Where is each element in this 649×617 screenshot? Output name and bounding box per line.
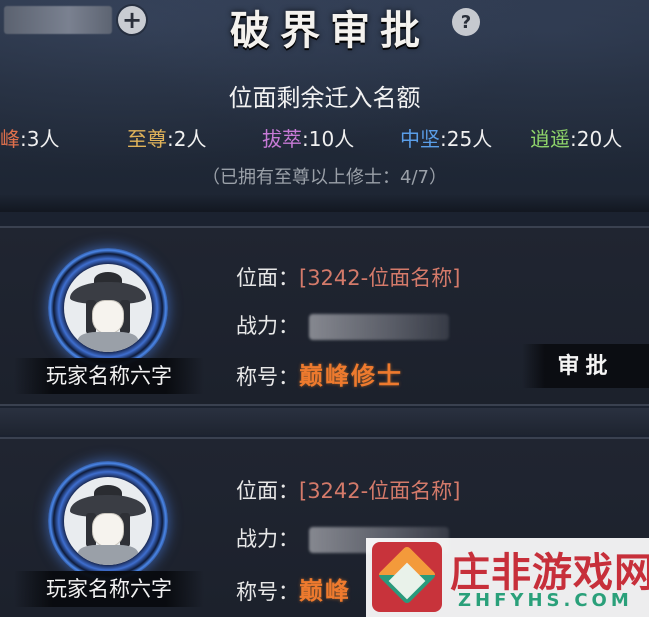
title-label: 称号： <box>236 580 299 604</box>
quota-value: 2人 <box>173 127 207 151</box>
quota-item-carefree: 逍遥:20人 <box>530 127 623 151</box>
approve-button[interactable]: 审批 <box>522 344 649 388</box>
quota-label: 至尊 <box>127 127 167 151</box>
quota-label: 拔萃 <box>262 127 302 151</box>
quota-item-peak: 巅峰:3人 <box>0 123 59 152</box>
question-icon: ? <box>460 11 472 33</box>
power-value-blurred <box>309 314 449 340</box>
realm-label: 位面： <box>236 479 299 503</box>
power-field: 战力： <box>236 310 449 340</box>
avatar-portrait-icon <box>64 477 152 565</box>
watermark-logo-icon <box>372 542 442 612</box>
quota-label: 中坚 <box>400 127 440 151</box>
quota-label: 逍遥 <box>530 127 570 151</box>
quota-value: 25人 <box>446 127 493 151</box>
add-button[interactable]: + <box>118 6 146 34</box>
realm-value: [3242-位面名称] <box>299 266 461 290</box>
realm-value: [3242-位面名称] <box>299 479 461 503</box>
title-field: 称号：巅峰 <box>236 571 351 605</box>
power-label: 战力： <box>236 314 299 338</box>
avatar[interactable] <box>48 461 168 581</box>
realm-field: 位面：[3242-位面名称] <box>236 262 460 292</box>
quota-item-core: 中坚:25人 <box>400 127 493 151</box>
power-label: 战力： <box>236 527 299 551</box>
card-divider <box>0 408 649 435</box>
title-value: 巅峰修士 <box>299 361 403 390</box>
player-name: 玩家名称六字 <box>14 571 204 607</box>
quota-label: 巅峰 <box>0 127 20 151</box>
quota-value: 3人 <box>26 127 60 151</box>
quota-value: 20人 <box>576 127 623 151</box>
quota-heading: 位面剩余迁入名额 <box>228 84 421 112</box>
page-title: 破界审批 <box>230 7 430 54</box>
quota-value: 10人 <box>308 127 355 151</box>
quota-note: （已拥有至尊以上修士：4/7） <box>202 167 447 188</box>
watermark-domain: ZHFYHS.COM <box>458 590 633 611</box>
quota-item-supreme: 至尊:2人 <box>127 127 207 151</box>
player-name: 玩家名称六字 <box>14 358 204 394</box>
player-name-pill <box>4 6 112 34</box>
realm-label: 位面： <box>236 266 299 290</box>
help-button[interactable]: ? <box>452 8 480 36</box>
title-field: 称号：巅峰修士 <box>236 356 403 390</box>
avatar-portrait-icon <box>64 264 152 352</box>
plus-icon: + <box>121 6 143 34</box>
applicant-card: 玩家名称六字 位面：[3242-位面名称] 战力： 称号：巅峰修士 审批 <box>0 226 649 406</box>
realm-field: 位面：[3242-位面名称] <box>236 475 460 505</box>
quota-row: 巅峰:3人 至尊:2人 拔萃:10人 中坚:25人 逍遥:20人 <box>0 123 649 153</box>
avatar[interactable] <box>48 248 168 368</box>
title-label: 称号： <box>236 365 299 389</box>
title-value: 巅峰 <box>299 576 351 605</box>
quota-item-elite: 拔萃:10人 <box>262 127 355 151</box>
site-watermark: 庄非游戏网 ZHFYHS.COM <box>366 538 649 617</box>
